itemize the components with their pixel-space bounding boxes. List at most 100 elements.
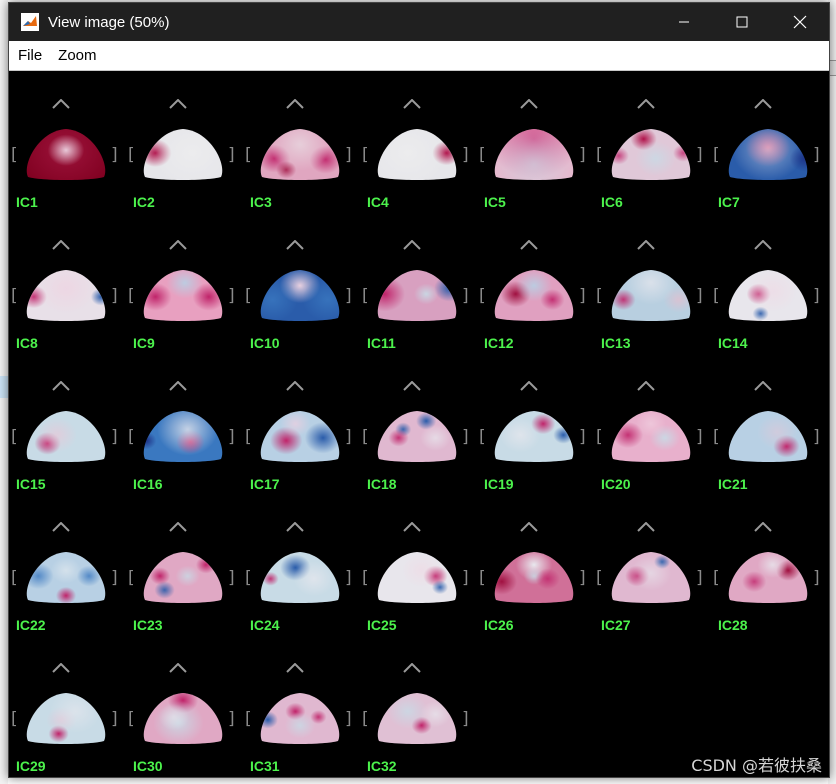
menu-zoom[interactable]: Zoom	[50, 47, 104, 64]
component-cell[interactable]: [] IC10	[243, 212, 360, 353]
component-cell[interactable]: [] IC3	[243, 71, 360, 212]
component-cell[interactable]: [] IC31	[243, 635, 360, 776]
component-cell[interactable]: [] IC28	[711, 494, 828, 635]
close-button[interactable]	[771, 3, 829, 41]
title-bar[interactable]: View image (50%)	[9, 3, 829, 41]
nose-marker-icon	[637, 240, 655, 250]
nose-marker-icon	[286, 99, 304, 109]
nose-marker-icon	[520, 522, 538, 532]
component-cell[interactable]: [] IC17	[243, 353, 360, 494]
background-app-left	[0, 0, 8, 784]
maximize-button[interactable]	[713, 3, 771, 41]
component-cell[interactable]: [] IC8	[9, 212, 126, 353]
component-cell[interactable]: [] IC19	[477, 353, 594, 494]
component-label: IC10	[250, 335, 280, 351]
nose-marker-icon	[520, 381, 538, 391]
view-image-window: View image (50%) File Zoom [] IC1[] IC2[] I…	[8, 2, 830, 778]
component-cell[interactable]: [] IC15	[9, 353, 126, 494]
component-label: IC24	[250, 617, 280, 633]
scalp-map	[377, 411, 457, 462]
component-label: IC4	[367, 194, 389, 210]
scalp-map	[260, 270, 340, 321]
nose-marker-icon	[637, 99, 655, 109]
scalp-map	[143, 552, 223, 603]
scalp-map	[728, 270, 808, 321]
minimize-button[interactable]	[655, 3, 713, 41]
component-cell[interactable]: [] IC18	[360, 353, 477, 494]
scalp-map	[377, 552, 457, 603]
left-ear-icon: [	[128, 286, 135, 306]
nose-marker-icon	[403, 663, 421, 673]
left-ear-icon: [	[128, 427, 135, 447]
component-cell[interactable]: [] IC14	[711, 212, 828, 353]
topography-grid: [] IC1[] IC2[] IC3[] IC4[] IC5[] IC6[] IC7 [] IC8…	[9, 71, 829, 777]
left-ear-icon: [	[245, 286, 252, 306]
component-cell[interactable]: [] IC29	[9, 635, 126, 776]
left-ear-icon: [	[11, 286, 18, 306]
component-cell[interactable]: [] IC22	[9, 494, 126, 635]
component-cell[interactable]: [] IC26	[477, 494, 594, 635]
nose-marker-icon	[637, 381, 655, 391]
left-ear-icon: [	[362, 568, 369, 588]
component-label: IC26	[484, 617, 514, 633]
component-label: IC11	[367, 335, 396, 351]
component-cell[interactable]: [] IC16	[126, 353, 243, 494]
scalp-map	[260, 411, 340, 462]
left-ear-icon: [	[245, 427, 252, 447]
component-label: IC8	[16, 335, 38, 351]
component-cell[interactable]: [] IC20	[594, 353, 711, 494]
component-cell[interactable]: [] IC12	[477, 212, 594, 353]
component-label: IC1	[16, 194, 38, 210]
left-ear-icon: [	[128, 568, 135, 588]
component-cell[interactable]: [] IC6	[594, 71, 711, 212]
component-cell[interactable]: [] IC4	[360, 71, 477, 212]
nose-marker-icon	[520, 240, 538, 250]
left-ear-icon: [	[596, 286, 603, 306]
nose-marker-icon	[754, 99, 772, 109]
nose-marker-icon	[520, 99, 538, 109]
component-cell[interactable]: [] IC25	[360, 494, 477, 635]
scalp-map	[611, 129, 691, 180]
left-ear-icon: [	[362, 145, 369, 165]
component-cell[interactable]: [] IC30	[126, 635, 243, 776]
scalp-map	[26, 129, 106, 180]
component-cell[interactable]: [] IC11	[360, 212, 477, 353]
nose-marker-icon	[169, 381, 187, 391]
component-label: IC2	[133, 194, 155, 210]
background-selection	[0, 376, 8, 398]
left-ear-icon: [	[479, 427, 486, 447]
component-label: IC14	[718, 335, 748, 351]
component-label: IC27	[601, 617, 631, 633]
scalp-map	[377, 270, 457, 321]
component-cell[interactable]: [] IC1	[9, 71, 126, 212]
component-cell[interactable]: [] IC5	[477, 71, 594, 212]
component-label: IC3	[250, 194, 272, 210]
component-cell[interactable]: [] IC21	[711, 353, 828, 494]
component-cell[interactable]: [] IC27	[594, 494, 711, 635]
component-cell[interactable]: [] IC24	[243, 494, 360, 635]
scalp-map	[494, 411, 574, 462]
component-cell[interactable]: [] IC23	[126, 494, 243, 635]
nose-marker-icon	[52, 99, 70, 109]
scalp-map	[728, 411, 808, 462]
component-label: IC18	[367, 476, 397, 492]
component-cell[interactable]: [] IC32	[360, 635, 477, 776]
component-label: IC19	[484, 476, 514, 492]
left-ear-icon: [	[362, 427, 369, 447]
scalp-map	[260, 129, 340, 180]
left-ear-icon: [	[11, 145, 18, 165]
nose-marker-icon	[403, 240, 421, 250]
component-cell[interactable]: [] IC2	[126, 71, 243, 212]
menu-file[interactable]: File	[10, 47, 50, 64]
component-cell[interactable]: [] IC7	[711, 71, 828, 212]
component-label: IC12	[484, 335, 514, 351]
left-ear-icon: [	[479, 568, 486, 588]
nose-marker-icon	[754, 381, 772, 391]
component-cell[interactable]: [] IC9	[126, 212, 243, 353]
window-title: View image (50%)	[48, 13, 170, 31]
nose-marker-icon	[286, 381, 304, 391]
component-cell[interactable]: [] IC13	[594, 212, 711, 353]
left-ear-icon: [	[713, 286, 720, 306]
matlab-icon	[21, 13, 39, 31]
nose-marker-icon	[286, 240, 304, 250]
